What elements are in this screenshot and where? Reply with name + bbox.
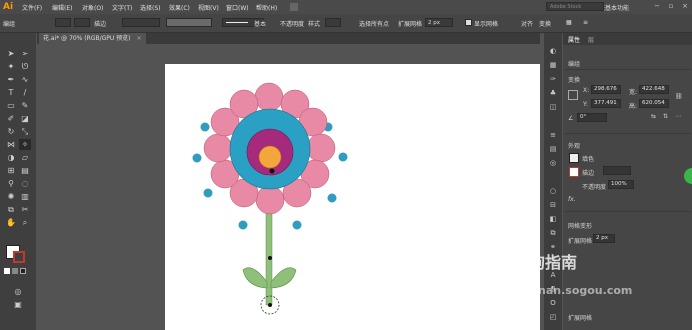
dot-ball [292, 220, 302, 230]
gradient-panel-icon[interactable]: ▤ [548, 145, 558, 154]
align-panel-icon[interactable]: ⊟ [548, 201, 558, 210]
outer-petal [306, 133, 336, 163]
layers-icon[interactable]: ◧ [548, 215, 558, 224]
section-grid: 网格变形 [568, 223, 593, 230]
glyphs-icon[interactable]: ◰ [548, 313, 558, 322]
tab-layers[interactable]: 层 [588, 35, 594, 44]
x-field[interactable]: 298.676 [591, 85, 621, 94]
color-panel-icon[interactable]: ◐ [548, 47, 558, 56]
watermark-logo: 搜狗指南 [513, 253, 578, 272]
angle-icon: ∠ [568, 115, 574, 122]
fill-color-swatch[interactable] [569, 153, 579, 163]
expand-grid-panel-label: 扩展网格 [568, 238, 593, 245]
symbols-icon[interactable]: ♣ [548, 89, 558, 98]
expand-grid-panel-label-2: 扩展网格 [568, 315, 593, 322]
panel-tabs: 属性 层 [563, 33, 692, 45]
watermark-url: zhinan.sogou.com [520, 284, 633, 297]
stroke-panel-label: 描边 [582, 170, 595, 177]
expand-grid-panel-field[interactable]: 2 px [593, 234, 615, 243]
section-transform: 变换 [568, 77, 581, 84]
right-leaf [270, 267, 297, 289]
dot-ball [203, 188, 213, 198]
transparency-icon[interactable]: ◎ [548, 159, 558, 168]
fill-label: 填色 [582, 156, 595, 163]
swatches-icon[interactable]: ▦ [548, 61, 558, 70]
constrain-proportions-icon[interactable]: ⛓ [675, 93, 683, 100]
orange-center [258, 145, 282, 169]
dot-ball [192, 153, 202, 163]
outer-petal [255, 185, 285, 215]
flip-vertical-icon[interactable]: ⇅ [663, 113, 668, 120]
h-label: 高: [629, 103, 638, 110]
graphic-styles-icon[interactable]: ◫ [548, 103, 558, 112]
y-label: Y: [583, 101, 588, 108]
fx-button[interactable]: fx. [568, 196, 576, 203]
w-label: 宽: [629, 89, 638, 96]
stroke-weight-input[interactable] [603, 166, 631, 175]
left-leaf [242, 267, 268, 289]
anchor-point [268, 303, 272, 307]
y-field[interactable]: 377.491 [591, 99, 621, 108]
section-group: 编组 [568, 61, 581, 68]
more-options-icon[interactable]: ⋯ [675, 113, 681, 120]
outer-petal [203, 133, 233, 163]
outer-petal [254, 82, 284, 112]
angle-field[interactable]: 0° [577, 113, 607, 122]
reference-point-icon[interactable] [568, 90, 578, 100]
dot-ball [338, 152, 348, 162]
anchor-point [269, 168, 275, 174]
appearance-icon[interactable]: ○ [548, 187, 558, 196]
h-field[interactable]: 620.054 [639, 99, 669, 108]
opacity-panel-label: 不透明度 [582, 184, 607, 191]
flip-horizontal-icon[interactable]: ⇆ [651, 113, 656, 120]
dot-ball [327, 193, 337, 203]
dot-ball [238, 220, 248, 230]
x-label: X: [583, 87, 590, 94]
dot-ball [200, 122, 210, 132]
stroke-color-swatch[interactable] [569, 167, 579, 177]
anchor-point [268, 256, 272, 260]
stroke-panel-icon[interactable]: ≡ [548, 131, 558, 140]
artboards-icon[interactable]: ⧉ [548, 229, 558, 238]
brushes-icon[interactable]: ✑ [548, 75, 558, 84]
w-field[interactable]: 422.648 [639, 85, 669, 94]
opentype-icon[interactable]: O [548, 299, 558, 308]
tab-properties[interactable]: 属性 [568, 35, 580, 44]
opacity-input[interactable]: 100% [608, 180, 634, 189]
section-appearance: 外观 [568, 143, 581, 150]
